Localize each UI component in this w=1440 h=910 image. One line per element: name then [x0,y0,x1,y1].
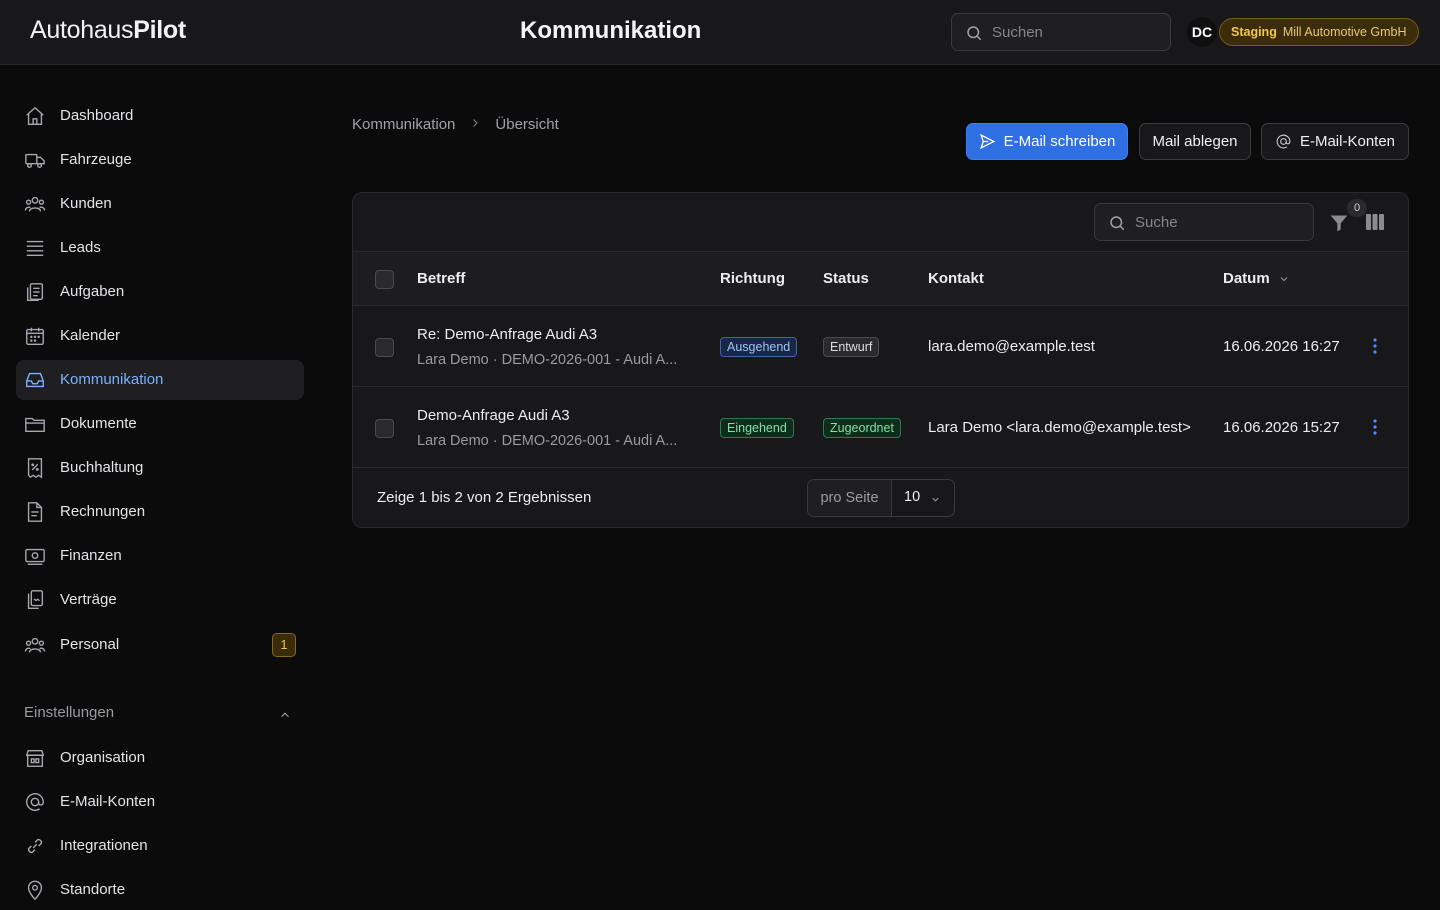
sidebar-item-standorte[interactable]: Standorte [16,870,304,910]
environment-badge[interactable]: Staging Mill Automotive GmbH [1219,18,1419,46]
breadcrumb-current: Übersicht [495,116,559,133]
user-avatar[interactable]: DC [1187,17,1217,47]
search-icon [1110,216,1125,231]
stack-icon [26,240,44,257]
sidebar-item-vertraege[interactable]: Verträge [16,580,304,620]
sidebar-item-personal[interactable]: Personal 1 [16,625,304,665]
inbox-icon [26,372,44,388]
global-search[interactable] [951,13,1171,51]
organization-name: Mill Automotive GmbH [1282,25,1407,39]
banknote-icon [25,548,45,565]
sidebar-item-integrationen[interactable]: Integrationen [16,826,304,866]
sidebar-item-leads[interactable]: Leads [16,228,304,268]
chevron-down-icon [932,497,939,502]
row-checkbox[interactable] [375,338,394,357]
at-sign-icon [1276,134,1291,149]
status-badge: Entwurf [823,337,880,357]
map-pin-icon [27,880,43,901]
status-badge: Zugeordnet [823,418,901,438]
row-subject: Re: Demo-Anfrage Audi A3 [417,326,598,343]
columns-icon[interactable] [1366,214,1384,230]
row-contact: Lara Demo <lara.demo@example.test> [928,419,1191,436]
users-icon [24,196,46,212]
more-vertical-icon[interactable] [1365,417,1385,437]
app-logo[interactable]: AutohausPilot [30,16,186,45]
sidebar-item-kunden[interactable]: Kunden [16,184,304,224]
global-search-input[interactable] [992,14,1162,50]
table-row[interactable]: Demo-Anfrage Audi A3 Lara Demo · DEMO-20… [353,387,1408,468]
top-bar: AutohausPilot Kommunikation DC Staging Mi… [0,0,1440,65]
sidebar-item-dokumente[interactable]: Dokumente [16,404,304,444]
personal-count-badge: 1 [272,633,296,657]
column-header-date[interactable]: Datum [1223,270,1290,287]
column-header-status[interactable]: Status [823,270,869,287]
row-subject: Demo-Anfrage Audi A3 [417,407,570,424]
more-vertical-icon[interactable] [1365,336,1385,356]
clipboard-icon [26,283,44,301]
select-all-checkbox[interactable] [375,270,394,289]
row-meta: Lara Demo · DEMO-2026-001 - Audi A... [417,352,678,368]
search-icon [967,26,982,41]
column-header-subject[interactable]: Betreff [417,270,465,287]
sidebar-item-email-accounts[interactable]: E-Mail-Konten [16,782,304,822]
contracts-icon [27,590,44,609]
filter-count-badge: 0 [1347,199,1367,217]
table-toolbar: 0 [353,193,1408,252]
page-title: Kommunikation [520,17,702,44]
sidebar-item-finanzen[interactable]: Finanzen [16,536,304,576]
receipt-icon [27,458,43,479]
row-meta: Lara Demo · DEMO-2026-001 - Audi A... [417,433,678,449]
document-icon [27,502,43,522]
column-header-contact[interactable]: Kontakt [928,270,984,287]
building-icon [25,749,45,767]
sort-desc-icon [1280,277,1288,282]
environment-label: Staging [1231,25,1277,39]
sidebar-item-rechnungen[interactable]: Rechnungen [16,492,304,532]
sidebar-item-kommunikation[interactable]: Kommunikation [16,360,304,400]
table-header: Betreff Richtung Status Kontakt Datum [353,252,1408,306]
chevron-right-icon [469,116,481,133]
file-mail-button[interactable]: Mail ablegen [1139,123,1251,160]
settings-section-toggle[interactable]: Einstellungen [24,704,296,726]
table-search-input[interactable] [1135,204,1305,240]
email-accounts-button[interactable]: E-Mail-Konten [1261,123,1409,160]
per-page-value: 10 [904,489,921,505]
chevron-up-icon [281,712,289,718]
sidebar-item-fahrzeuge[interactable]: Fahrzeuge [16,140,304,180]
communication-table-card: 0 Betreff Richtung Status Kontakt Datum … [352,192,1409,528]
breadcrumb-root[interactable]: Kommunikation [352,116,455,133]
row-checkbox[interactable] [375,419,394,438]
results-summary: Zeige 1 bis 2 von 2 Ergebnissen [377,489,592,506]
folder-icon [25,417,45,433]
send-icon [979,133,995,150]
sidebar-item-organisation[interactable]: Organisation [16,738,304,778]
calendar-icon [26,327,44,345]
row-date: 16.06.2026 16:27 [1223,338,1340,355]
sidebar-item-aufgaben[interactable]: Aufgaben [16,272,304,312]
sidebar-item-kalender[interactable]: Kalender [16,316,304,356]
direction-badge: Ausgehend [720,337,798,357]
per-page-label: pro Seite [808,480,892,516]
row-date: 16.06.2026 15:27 [1223,419,1340,436]
per-page-select[interactable]: pro Seite 10 [807,479,955,517]
compose-email-button[interactable]: E-Mail schreiben [966,123,1128,160]
direction-badge: Eingehend [720,418,794,438]
home-icon [26,106,44,125]
breadcrumb: Kommunikation Übersicht [352,116,559,133]
at-sign-icon [26,793,44,811]
row-contact: lara.demo@example.test [928,338,1095,355]
table-row[interactable]: Re: Demo-Anfrage Audi A3 Lara Demo · DEM… [353,306,1408,387]
table-search[interactable] [1094,203,1314,241]
filter-icon[interactable] [1328,213,1350,233]
column-header-direction[interactable]: Richtung [720,270,785,287]
team-icon [24,637,46,653]
truck-icon [25,153,45,169]
link-icon [27,838,43,854]
sidebar-item-dashboard[interactable]: Dashboard [16,96,304,136]
sidebar-item-buchhaltung[interactable]: Buchhaltung [16,448,304,488]
sidebar: Dashboard Fahrzeuge Kunden Leads Aufgabe… [0,66,320,901]
